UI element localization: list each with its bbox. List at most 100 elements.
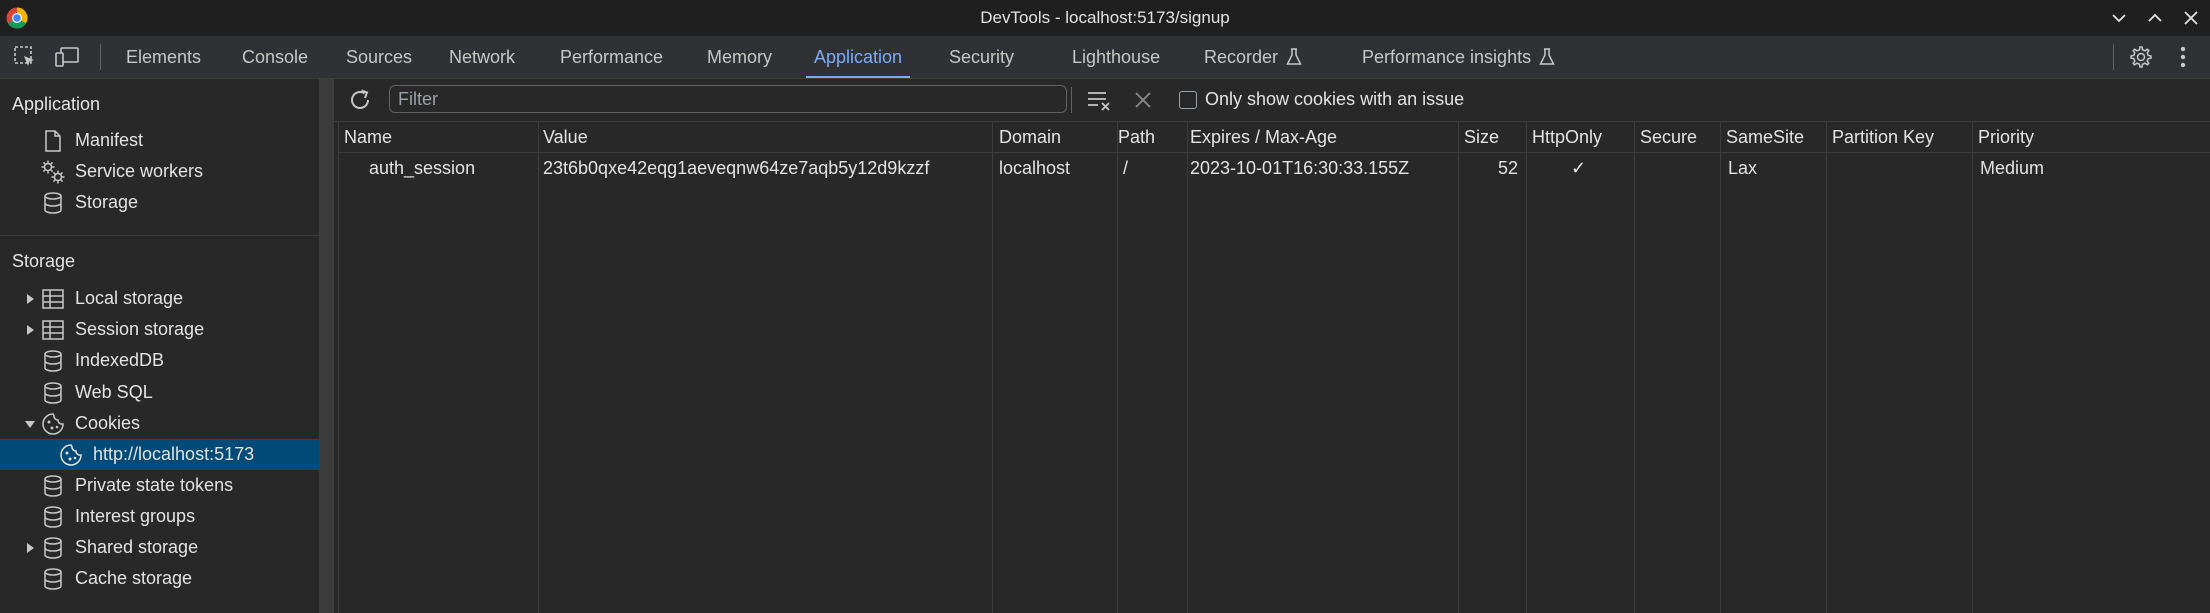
column-divider[interactable]: [1720, 122, 1721, 613]
column-divider[interactable]: [1458, 122, 1459, 613]
column-divider[interactable]: [1526, 122, 1527, 613]
sidebar-item-label: Storage: [75, 192, 139, 212]
column-divider[interactable]: [1826, 122, 1827, 613]
database-icon: [40, 380, 66, 406]
window-titlebar: DevTools - localhost:5173/signup: [0, 0, 2210, 36]
column-divider[interactable]: [992, 122, 993, 613]
tab-security[interactable]: Security: [949, 36, 1014, 78]
tab-application[interactable]: Application: [805, 36, 911, 78]
database-icon: [40, 566, 66, 592]
sidebar-item-label: Service workers: [75, 161, 204, 181]
column-header-httponly[interactable]: HttpOnly: [1532, 127, 1602, 148]
expand-arrow-icon[interactable]: [24, 542, 36, 554]
tab-sources[interactable]: Sources: [346, 36, 412, 78]
database-icon: [40, 190, 66, 216]
more-options-icon[interactable]: [2166, 40, 2200, 74]
device-toolbar-icon[interactable]: [50, 40, 84, 74]
column-header-name[interactable]: Name: [344, 127, 392, 148]
sidebar-item-local-storage[interactable]: Local storage: [0, 283, 319, 314]
tab-memory[interactable]: Memory: [707, 36, 772, 78]
sidebar-item-label: Private state tokens: [75, 475, 234, 495]
sidebar-resize-handle[interactable]: [319, 79, 334, 613]
experiment-flask-icon: [1539, 48, 1555, 65]
tab-performance-insights[interactable]: Performance insights: [1362, 36, 1555, 78]
tab-performance[interactable]: Performance: [560, 36, 663, 78]
sidebar-item-label: Manifest: [75, 130, 144, 150]
maximize-icon[interactable]: [2146, 9, 2164, 27]
sidebar-item-label: Cookies: [75, 413, 141, 433]
sidebar-item-web-sql[interactable]: Web SQL: [0, 377, 319, 408]
sidebar-item-label: Session storage: [75, 319, 205, 339]
tab-performance-insights-label: Performance insights: [1362, 46, 1532, 67]
inspect-element-icon[interactable]: [8, 40, 42, 74]
column-divider[interactable]: [538, 122, 539, 613]
document-icon: [40, 128, 66, 154]
column-divider: [338, 122, 339, 613]
chrome-logo-icon: [6, 7, 28, 29]
expand-arrow-icon[interactable]: [24, 293, 36, 305]
sidebar-item-indexeddb[interactable]: IndexedDB: [0, 345, 319, 376]
tab-console[interactable]: Console: [242, 36, 308, 78]
column-header-samesite[interactable]: SameSite: [1726, 127, 1804, 148]
column-header-partition-key[interactable]: Partition Key: [1832, 127, 1934, 148]
clear-all-cookies-icon[interactable]: [1086, 87, 1112, 113]
close-window-icon[interactable]: [2182, 9, 2200, 27]
filter-input[interactable]: [390, 86, 1066, 112]
delete-selected-icon[interactable]: [1132, 89, 1154, 111]
column-divider[interactable]: [1117, 122, 1118, 613]
only-show-issues-checkbox[interactable]: [1179, 91, 1197, 109]
sidebar-item-cache-storage[interactable]: Cache storage: [0, 563, 319, 594]
sidebar-item-cookies[interactable]: Cookies: [0, 408, 319, 439]
sidebar-item-label: Web SQL: [75, 382, 153, 402]
cell-expires: 2023-10-01T16:30:33.155Z: [1190, 158, 1410, 178]
sidebar-item-private-state-tokens[interactable]: Private state tokens: [0, 470, 319, 501]
settings-gear-icon[interactable]: [2124, 40, 2158, 74]
table-icon: [40, 317, 66, 343]
table-row[interactable]: auth_session 23t6b0qxe42eqg1aeveqnw64ze7…: [338, 152, 2210, 184]
tab-lighthouse[interactable]: Lighthouse: [1072, 36, 1160, 78]
sidebar-item-interest-groups[interactable]: Interest groups: [0, 501, 319, 532]
sidebar-item-label: IndexedDB: [75, 350, 165, 370]
column-divider[interactable]: [1187, 122, 1188, 613]
column-header-domain[interactable]: Domain: [999, 127, 1061, 148]
sidebar-item-shared-storage[interactable]: Shared storage: [0, 532, 319, 563]
only-show-issues-label: Only show cookies with an issue: [1205, 89, 1465, 109]
sidebar-item-storage[interactable]: Storage: [0, 187, 319, 218]
database-icon: [40, 473, 66, 499]
tab-elements[interactable]: Elements: [126, 36, 201, 78]
devtools-tab-bar: Elements Console Sources Network Perform…: [0, 36, 2210, 79]
sidebar-item-session-storage[interactable]: Session storage: [0, 314, 319, 345]
cell-domain: localhost: [999, 158, 1071, 178]
column-divider[interactable]: [1972, 122, 1973, 613]
experiment-flask-icon: [1286, 48, 1302, 65]
cell-priority: Medium: [1980, 158, 2045, 178]
refresh-icon[interactable]: [346, 86, 374, 114]
column-header-priority[interactable]: Priority: [1978, 127, 2034, 148]
sidebar-item-label: Cache storage: [75, 568, 193, 588]
sidebar-item-service-workers[interactable]: Service workers: [0, 156, 319, 187]
tab-network[interactable]: Network: [449, 36, 515, 78]
sidebar-item-label: Shared storage: [75, 537, 199, 557]
cookies-table: Name Value Domain Path Expires / Max-Age…: [338, 122, 2210, 613]
toolbar-divider: [1071, 87, 1072, 113]
sidebar-item-manifest[interactable]: Manifest: [0, 125, 319, 156]
database-icon: [40, 535, 66, 561]
tab-recorder[interactable]: Recorder: [1204, 36, 1302, 78]
sidebar-item-cookie-origin[interactable]: http://localhost:5173: [0, 439, 319, 470]
cell-name: auth_session: [369, 158, 476, 178]
column-header-secure[interactable]: Secure: [1640, 127, 1697, 148]
toolbar-divider: [100, 44, 101, 70]
minimize-icon[interactable]: [2110, 9, 2128, 27]
column-header-size[interactable]: Size: [1464, 127, 1499, 148]
tab-recorder-label: Recorder: [1204, 46, 1279, 67]
column-header-path[interactable]: Path: [1118, 127, 1155, 148]
sidebar-item-label: Interest groups: [75, 506, 196, 526]
collapse-arrow-icon[interactable]: [24, 418, 36, 430]
expand-arrow-icon[interactable]: [24, 324, 36, 336]
sidebar-section-storage: Storage: [12, 251, 76, 271]
sidebar-item-label: Local storage: [75, 288, 184, 308]
column-divider[interactable]: [1634, 122, 1635, 613]
column-header-expires[interactable]: Expires / Max-Age: [1190, 127, 1337, 148]
filter-input-box[interactable]: [389, 85, 1067, 113]
column-header-value[interactable]: Value: [543, 127, 588, 148]
